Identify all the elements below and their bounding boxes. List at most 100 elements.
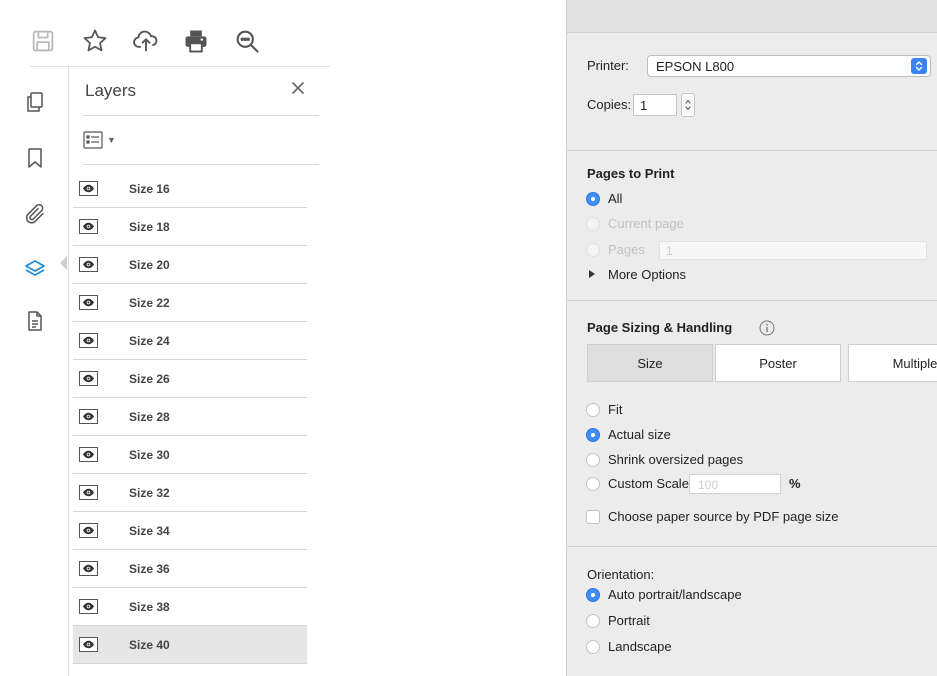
list-options-icon <box>83 131 103 149</box>
visibility-eye-icon[interactable] <box>79 523 98 538</box>
copies-label: Copies: <box>587 97 632 112</box>
layers-icon[interactable] <box>22 256 48 282</box>
printer-select[interactable]: EPSON L800 <box>647 55 931 77</box>
radio-actual-size-label: Actual size <box>608 427 671 442</box>
tab-size[interactable]: Size <box>587 344 713 382</box>
layer-row[interactable]: Size 24 <box>73 322 307 360</box>
star-icon[interactable] <box>80 26 110 56</box>
visibility-eye-icon[interactable] <box>79 295 98 310</box>
layer-label: Size 38 <box>129 599 170 614</box>
visibility-eye-icon[interactable] <box>79 409 98 424</box>
acrobat-toolbar <box>0 0 330 66</box>
radio-auto-orientation-label: Auto portrait/landscape <box>608 587 742 602</box>
more-options-toggle[interactable]: More Options <box>608 267 686 282</box>
visibility-eye-icon[interactable] <box>79 637 98 652</box>
layer-row[interactable]: Size 28 <box>73 398 307 436</box>
visibility-eye-icon[interactable] <box>79 485 98 500</box>
radio-all[interactable] <box>586 192 600 206</box>
search-icon[interactable] <box>232 26 262 56</box>
copies-value: 1 <box>640 98 648 113</box>
section-divider <box>567 300 937 301</box>
custom-scale-value: 100 <box>698 478 719 492</box>
document-icon[interactable] <box>22 308 48 334</box>
visibility-eye-icon[interactable] <box>79 181 98 196</box>
print-dialog: Printer: EPSON L800 Copies: 1 Pages to P… <box>566 0 937 676</box>
radio-custom-scale[interactable] <box>586 477 600 491</box>
layer-row[interactable]: Size 38 <box>73 588 307 626</box>
layer-label: Size 18 <box>129 219 170 234</box>
layer-row[interactable]: Size 36 <box>73 550 307 588</box>
layers-panel: Layers ▼ Size 16 Size 18 Size 20 Size 22 Siz… <box>69 67 331 676</box>
radio-actual-size[interactable] <box>586 428 600 442</box>
radio-pages[interactable] <box>586 243 600 257</box>
layer-label: Size 24 <box>129 333 170 348</box>
layer-row[interactable]: Size 40 <box>73 626 307 664</box>
visibility-eye-icon[interactable] <box>79 447 98 462</box>
radio-portrait[interactable] <box>586 614 600 628</box>
copies-stepper[interactable] <box>681 93 695 117</box>
layer-row[interactable]: Size 16 <box>73 170 307 208</box>
upload-icon[interactable] <box>131 26 161 56</box>
layer-options-button[interactable]: ▼ <box>83 129 116 151</box>
layer-row[interactable]: Size 20 <box>73 246 307 284</box>
dialog-title-bar <box>567 0 937 33</box>
layer-label: Size 20 <box>129 257 170 272</box>
layers-panel-title: Layers <box>85 81 137 100</box>
layer-row[interactable]: Size 26 <box>73 360 307 398</box>
layer-row[interactable]: Size 32 <box>73 474 307 512</box>
radio-fit-label: Fit <box>608 402 623 417</box>
info-icon[interactable] <box>759 320 775 336</box>
layer-row[interactable]: Size 30 <box>73 436 307 474</box>
radio-current-page[interactable] <box>586 217 600 231</box>
visibility-eye-icon[interactable] <box>79 599 98 614</box>
choose-paper-checkbox[interactable] <box>586 510 600 524</box>
radio-shrink[interactable] <box>586 453 600 467</box>
close-icon[interactable] <box>287 77 309 99</box>
radio-portrait-label: Portrait <box>608 613 650 628</box>
section-divider <box>567 546 937 547</box>
tab-poster[interactable]: Poster <box>715 344 841 382</box>
navigation-rail <box>0 67 69 676</box>
radio-current-page-label: Current page <box>608 216 684 231</box>
pages-range-input[interactable]: 1 <box>659 241 927 260</box>
radio-fit[interactable] <box>586 403 600 417</box>
copies-input[interactable]: 1 <box>633 94 677 116</box>
visibility-eye-icon[interactable] <box>79 257 98 272</box>
layer-row[interactable]: Size 18 <box>73 208 307 246</box>
custom-scale-input[interactable]: 100 <box>689 474 781 494</box>
layer-row[interactable]: Size 34 <box>73 512 307 550</box>
layer-label: Size 40 <box>129 637 170 652</box>
radio-custom-scale-label: Custom Scale: <box>608 476 693 491</box>
layer-label: Size 32 <box>129 485 170 500</box>
tab-multiple[interactable]: Multiple <box>848 344 937 382</box>
pages-icon[interactable] <box>22 89 48 115</box>
layer-label: Size 26 <box>129 371 170 386</box>
attachment-icon[interactable] <box>22 201 48 227</box>
choose-paper-label: Choose paper source by PDF page size <box>608 509 839 524</box>
radio-shrink-label: Shrink oversized pages <box>608 452 744 467</box>
layer-label: Size 34 <box>129 523 170 538</box>
tab-size-label: Size <box>637 355 663 371</box>
panel-divider <box>83 115 319 116</box>
active-tab-indicator <box>60 256 67 270</box>
pages-range-value: 1 <box>666 244 673 258</box>
radio-pages-label: Pages <box>608 242 645 257</box>
save-icon[interactable] <box>28 26 58 56</box>
tab-poster-label: Poster <box>759 355 797 371</box>
visibility-eye-icon[interactable] <box>79 371 98 386</box>
bookmark-icon[interactable] <box>22 145 48 171</box>
layer-label: Size 30 <box>129 447 170 462</box>
visibility-eye-icon[interactable] <box>79 219 98 234</box>
printer-label: Printer: <box>587 58 629 73</box>
layer-label: Size 16 <box>129 181 170 196</box>
visibility-eye-icon[interactable] <box>79 561 98 576</box>
page-sizing-heading: Page Sizing & Handling <box>587 320 733 335</box>
print-icon[interactable] <box>181 26 211 56</box>
radio-landscape[interactable] <box>586 640 600 654</box>
visibility-eye-icon[interactable] <box>79 333 98 348</box>
disclosure-triangle-icon[interactable] <box>589 270 595 278</box>
radio-auto-orientation[interactable] <box>586 588 600 602</box>
pages-to-print-heading: Pages to Print <box>587 166 675 181</box>
tab-multiple-label: Multiple <box>892 355 937 371</box>
layer-row[interactable]: Size 22 <box>73 284 307 322</box>
